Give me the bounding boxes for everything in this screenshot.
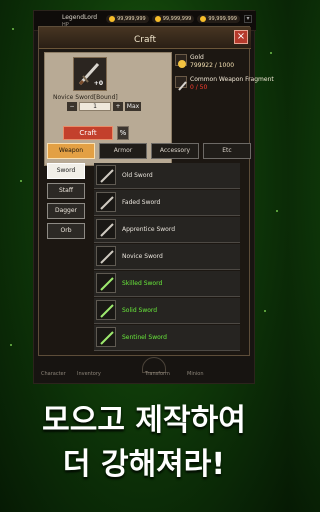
tab-dagger[interactable]: Dagger [47,203,85,219]
nav-minion[interactable]: Minion [187,371,204,377]
currency-pill: 99,999,999 [197,15,240,23]
currency-value: 99,999,999 [162,16,192,22]
tab-staff[interactable]: Staff [47,183,85,199]
material-name: Gold [190,54,204,61]
nav-character[interactable]: Character [41,371,66,377]
gold-coin-icon [175,54,187,68]
selected-item-name: Novice Sword[Bound] [53,94,118,101]
material-value: 0 / 50 [190,84,208,91]
sword-icon [96,192,116,212]
player-name: LegendLord [62,14,98,21]
gold-coin-icon [154,16,161,22]
decrease-button[interactable]: − [67,102,77,111]
list-item-label: Faded Sword [122,199,161,206]
sword-icon [96,300,116,320]
sword-icon [96,246,116,266]
currency-group: 99,999,999 99,999,999 99,999,999 [106,15,240,23]
material-name: Common Weapon Fragment [190,76,274,83]
promo-line-2: 더 강해져라! [62,447,226,482]
material-value: 799922 / 1000 [190,62,235,69]
sparkle [264,310,266,312]
bottom-navigation: Character Inventory Transform Minion [33,357,255,380]
sparkle [270,52,272,54]
sword-icon [96,273,116,293]
craft-item-list: Old Sword Faded Sword Apprentice Sword N… [94,163,240,357]
item-enhance-level: +0 [93,80,103,87]
category-tabs: Weapon Armor Accessory Etc [47,143,251,159]
list-item-label: Solid Sword [122,307,158,314]
tab-weapon[interactable]: Weapon [47,143,95,159]
close-button[interactable]: × [234,30,248,44]
tab-sword[interactable]: Sword [47,163,85,179]
gold-coin-icon [200,16,207,22]
list-item[interactable]: Apprentice Sword [94,217,240,243]
nav-transform[interactable]: Transform [145,371,170,377]
list-item[interactable]: Sentinel Sword [94,325,240,351]
currency-pill: 99,999,999 [106,15,149,23]
increase-button[interactable]: + [113,102,123,111]
sparkle [10,344,12,346]
list-item-label: Novice Sword [122,253,163,260]
materials-list: Gold 799922 / 1000 Common Weapon Fragmen… [175,53,274,97]
item-slot[interactable]: +0 [73,57,107,91]
list-item[interactable]: Solid Sword [94,298,240,324]
sparkle [12,28,14,30]
currency-pill: 99,999,999 [151,15,195,23]
currency-value: 99,999,999 [208,16,237,22]
sparkle [20,180,22,182]
list-item-label: Skilled Sword [122,280,163,287]
list-item[interactable]: Novice Sword [94,244,240,270]
craft-button[interactable]: Craft [63,126,113,140]
modal-title: Craft [133,35,157,45]
gold-coin-icon [109,16,116,22]
tab-orb[interactable]: Orb [47,223,85,239]
quantity-stepper: − 1 + Max [67,102,141,111]
quantity-field[interactable]: 1 [79,102,111,111]
currency-value: 99,999,999 [117,16,146,22]
sword-icon [96,219,116,239]
material-row: Common Weapon Fragment 0 / 50 [175,75,274,97]
modal-header: Craft × [39,27,251,49]
menu-icon[interactable]: ▾ [244,15,252,23]
list-item-label: Apprentice Sword [122,226,176,233]
sword-icon [96,165,116,185]
list-item[interactable]: Skilled Sword [94,271,240,297]
fragment-icon [175,76,187,91]
list-item[interactable]: Old Sword [94,163,240,189]
tab-accessory[interactable]: Accessory [151,143,199,159]
list-item[interactable]: Faded Sword [94,190,240,216]
max-button[interactable]: Max [125,102,141,111]
promo-line-1: 모으고 제작하여 [42,403,246,438]
sparkle [276,210,278,212]
list-item-label: Sentinel Sword [122,334,167,341]
material-row: Gold 799922 / 1000 [175,53,245,75]
tab-armor[interactable]: Armor [99,143,147,159]
tab-etc[interactable]: Etc [203,143,251,159]
nav-inventory[interactable]: Inventory [77,371,101,377]
percent-button[interactable]: % [117,126,129,140]
sword-icon [96,327,116,347]
list-item-label: Old Sword [122,172,153,179]
weapon-type-tabs: Sword Staff Dagger Orb [47,163,89,243]
